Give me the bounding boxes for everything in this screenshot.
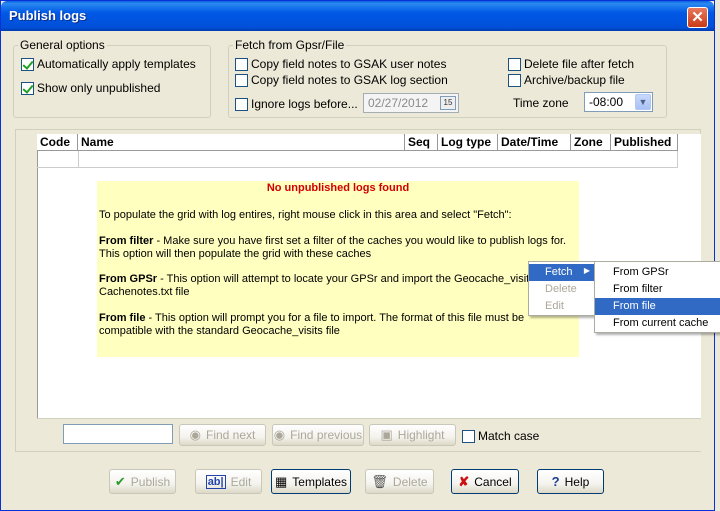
delete-label: Delete [392, 474, 428, 489]
timezone-label: Time zone [513, 96, 569, 110]
publish-logs-window: Publish logs ✕ General options Automatic… [0, 0, 720, 511]
match-case-label: Match case [478, 429, 540, 443]
checkbox-box[interactable] [235, 57, 248, 71]
submenu-from-filter[interactable]: From filter [595, 281, 720, 298]
column-header-zone[interactable]: Zone [571, 134, 611, 151]
timezone-value: -08:00 [589, 95, 624, 109]
cancel-label: Cancel [474, 474, 512, 489]
column-header-name[interactable]: Name [78, 134, 405, 151]
templates-icon: ▦ [275, 473, 288, 489]
note-title: No unpublished logs found [266, 182, 410, 194]
general-options-legend: General options [18, 38, 107, 52]
ignore-logs-before-label: Ignore logs before... [251, 97, 358, 111]
archive-backup-label: Archive/backup file [524, 73, 625, 87]
templates-button[interactable]: ▦ Templates [271, 469, 351, 494]
edit-icon: ab| [205, 474, 226, 489]
note-intro: To populate the grid with log entires, r… [99, 209, 512, 221]
context-menu-edit[interactable]: Edit [529, 298, 594, 315]
checkbox-box[interactable] [508, 73, 521, 87]
note-from-filter-text: - Make sure you have first set a filter … [99, 235, 567, 260]
delete-button[interactable]: 🗑 Delete [365, 469, 434, 494]
timezone-select[interactable]: -08:00 ▼ [584, 92, 653, 112]
publish-label: Publish [130, 474, 171, 489]
find-previous-icon: ◉ [273, 427, 286, 442]
trash-icon: 🗑 [371, 473, 388, 489]
highlight-label: Highlight [397, 428, 445, 442]
submenu-from-current-cache[interactable]: From current cache [595, 315, 720, 332]
empty-grid-note: No unpublished logs found To populate th… [97, 181, 579, 357]
help-button[interactable]: ? Help [537, 469, 604, 494]
cancel-button[interactable]: ✘ Cancel [451, 469, 519, 494]
context-menu-delete[interactable]: Delete [529, 281, 594, 298]
close-icon[interactable]: ✕ [687, 7, 708, 28]
checkbox-box[interactable] [235, 97, 248, 111]
grid-divider [78, 151, 79, 168]
note-from-file: From file - This option will prompt you … [99, 312, 575, 338]
find-previous-button[interactable]: ◉ Find previous [272, 424, 364, 446]
copy-user-notes-checkbox[interactable]: Copy field notes to GSAK user notes [235, 57, 446, 71]
column-header-published[interactable]: Published [611, 134, 678, 151]
context-menu-fetch[interactable]: Fetch ▶ [529, 264, 594, 281]
show-only-unpublished-label: Show only unpublished [37, 81, 161, 95]
note-from-gpsr-text: - This option will attempt to locate you… [99, 273, 563, 298]
chevron-right-icon: ▶ [583, 266, 590, 275]
checkbox-box[interactable] [21, 57, 34, 71]
ignore-date-value: 02/27/2012 [368, 96, 429, 110]
note-from-file-bold: From file [99, 312, 146, 324]
note-from-gpsr-bold: From GPSr [99, 273, 158, 285]
ignore-logs-before-checkbox[interactable]: Ignore logs before... [235, 97, 358, 111]
submenu-from-file[interactable]: From file [595, 298, 720, 315]
checkbox-box[interactable] [462, 429, 475, 443]
window-title: Publish logs [9, 8, 87, 23]
calendar-icon[interactable]: 15 [440, 96, 456, 110]
find-previous-label: Find previous [290, 428, 363, 442]
auto-apply-templates-checkbox[interactable]: Automatically apply templates [21, 57, 196, 71]
checkbox-box[interactable] [21, 81, 34, 95]
templates-label: Templates [292, 474, 347, 489]
fetch-submenu: From GPSr From filter From file From cur… [594, 261, 720, 333]
submenu-from-gpsr[interactable]: From GPSr [595, 264, 720, 281]
close-x-icon: ✘ [458, 473, 470, 489]
note-from-gpsr: From GPSr - This option will attempt to … [99, 273, 575, 299]
note-from-filter: From filter - Make sure you have first s… [99, 235, 575, 261]
edit-button[interactable]: ab| Edit [195, 469, 262, 494]
checkmark-icon: ✔ [114, 473, 126, 489]
column-header-date-time[interactable]: Date/Time [498, 134, 571, 151]
grid-divider [677, 151, 678, 168]
table-row[interactable] [37, 151, 678, 168]
copy-log-section-checkbox[interactable]: Copy field notes to GSAK log section [235, 73, 448, 87]
auto-apply-templates-label: Automatically apply templates [37, 57, 196, 71]
copy-user-notes-label: Copy field notes to GSAK user notes [251, 57, 447, 71]
chevron-down-icon[interactable]: ▼ [635, 94, 651, 110]
checkbox-box[interactable] [235, 73, 248, 87]
find-input[interactable] [63, 424, 173, 444]
context-menu: Fetch ▶ Delete Edit [528, 261, 595, 316]
title-bar: Publish logs ✕ [1, 1, 714, 31]
copy-log-section-label: Copy field notes to GSAK log section [251, 73, 448, 87]
highlight-button[interactable]: ▣ Highlight [369, 424, 456, 446]
help-icon: ? [551, 474, 560, 489]
column-header-code[interactable]: Code [37, 134, 78, 151]
show-only-unpublished-checkbox[interactable]: Show only unpublished [21, 81, 160, 95]
find-next-label: Find next [205, 428, 256, 442]
help-label: Help [564, 474, 590, 489]
note-from-filter-bold: From filter [99, 235, 154, 247]
column-header-seq[interactable]: Seq [405, 134, 438, 151]
column-header-log-type[interactable]: Log type [438, 134, 498, 151]
publish-button[interactable]: ✔ Publish [109, 469, 176, 494]
checkbox-box[interactable] [508, 57, 521, 71]
context-menu-fetch-label: Fetch [545, 266, 573, 278]
find-next-button[interactable]: ◉ Find next [179, 424, 266, 446]
edit-label: Edit [230, 474, 252, 489]
note-from-file-text: - This option will prompt you for a file… [99, 312, 525, 337]
match-case-checkbox[interactable]: Match case [462, 429, 539, 443]
highlight-icon: ▣ [380, 427, 393, 442]
delete-after-fetch-label: Delete file after fetch [524, 57, 635, 71]
ignore-date-field[interactable]: 02/27/2012 15 [363, 93, 459, 113]
fetch-legend: Fetch from Gpsr/File [233, 38, 347, 52]
archive-backup-checkbox[interactable]: Archive/backup file [508, 73, 625, 87]
find-next-icon: ◉ [189, 427, 201, 442]
delete-after-fetch-checkbox[interactable]: Delete file after fetch [508, 57, 634, 71]
